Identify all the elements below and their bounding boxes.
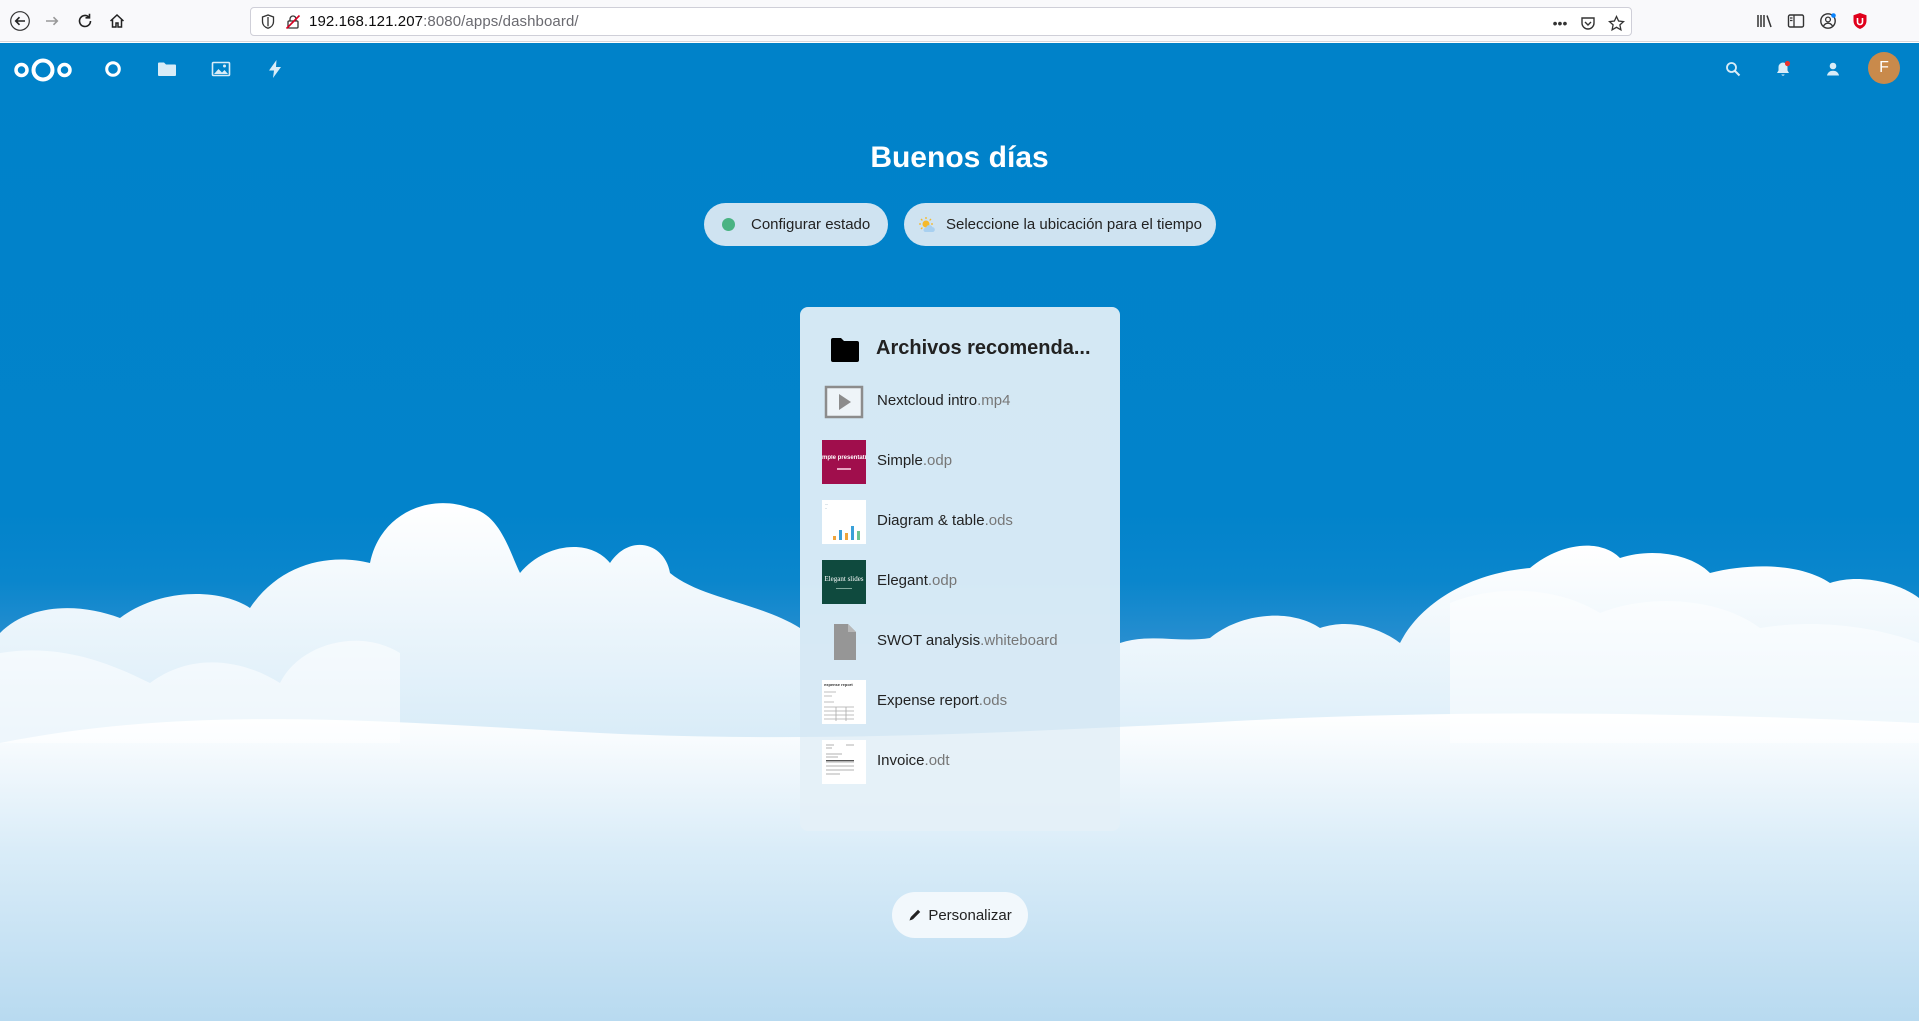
file-name: Invoice (877, 752, 925, 769)
set-status-label: Configurar estado (751, 216, 871, 233)
spreadsheet-chart-thumbnail (822, 500, 866, 544)
nextcloud-dashboard: F Buenos días Configurar estado Seleccio… (0, 43, 1919, 1021)
library-icon[interactable] (1753, 9, 1777, 33)
file-extension: .whiteboard (980, 632, 1058, 649)
shield-icon[interactable] (261, 14, 275, 29)
ublock-icon[interactable] (1848, 9, 1872, 33)
more-icon[interactable]: ••• (1551, 14, 1569, 32)
search-icon[interactable] (1722, 58, 1744, 80)
weather-location-button[interactable]: Seleccione la ubicación para el tiempo (904, 203, 1216, 246)
greeting-title: Buenos días (870, 141, 1049, 174)
sidebar-icon[interactable] (1784, 9, 1808, 33)
file-name: SWOT analysis (877, 632, 981, 649)
thumbnail-text: Elegant slides (824, 575, 864, 583)
top-header: F (0, 43, 1919, 93)
online-status-dot (722, 218, 735, 231)
file-item-elegant[interactable]: Elegant slides Elegant.odp (822, 558, 1112, 604)
nextcloud-logo-icon[interactable] (12, 55, 74, 85)
video-file-icon (822, 380, 866, 424)
pencil-icon (908, 908, 922, 922)
presentation-thumbnail: Elegant slides (822, 560, 866, 604)
file-extension: .odt (924, 752, 950, 769)
file-item-diagram-table[interactable]: Diagram & table.ods (822, 498, 1112, 544)
avatar[interactable]: F (1868, 52, 1900, 84)
file-extension: .odp (922, 452, 953, 469)
file-item-simple[interactable]: mple presentati Simple.odp (822, 438, 1112, 484)
set-status-button[interactable]: Configurar estado (704, 203, 888, 246)
file-extension: .ods (978, 692, 1008, 709)
file-name: Nextcloud intro (877, 392, 978, 409)
notifications-icon[interactable] (1772, 58, 1794, 80)
customize-label: Personalizar (928, 906, 1012, 924)
browser-toolbar: 192.168.121.207:8080/apps/dashboard/ ••• (0, 0, 1919, 42)
insecure-lock-icon[interactable] (285, 14, 301, 30)
file-name: Simple (877, 452, 923, 469)
document-thumbnail (822, 740, 866, 784)
back-icon[interactable] (8, 9, 32, 33)
dashboard-app-icon[interactable] (102, 58, 124, 80)
account-icon[interactable] (1816, 9, 1840, 33)
file-name: Diagram & table (877, 512, 985, 529)
bookmark-star-icon[interactable] (1607, 14, 1625, 32)
weather-icon (918, 216, 936, 234)
file-extension: .ods (984, 512, 1013, 529)
generic-file-icon (822, 620, 866, 664)
thumbnail-text: mple presentati (822, 455, 866, 461)
file-item-invoice[interactable]: Invoice.odt (822, 738, 1112, 784)
panel-title: Archivos recomenda... (876, 337, 1091, 359)
files-app-icon[interactable] (156, 58, 178, 80)
presentation-thumbnail: mple presentati (822, 440, 866, 484)
address-bar[interactable]: 192.168.121.207:8080/apps/dashboard/ ••• (250, 7, 1632, 36)
recommended-files-panel: Archivos recomenda... Nextcloud intro.mp… (800, 307, 1120, 831)
weather-location-label: Seleccione la ubicación para el tiempo (946, 216, 1202, 233)
avatar-letter: F (1879, 59, 1889, 76)
forward-icon[interactable] (40, 9, 64, 33)
file-name: Elegant (877, 572, 928, 589)
spreadsheet-thumbnail: expense report (822, 680, 866, 724)
pocket-icon[interactable] (1579, 14, 1597, 32)
contacts-icon[interactable] (1822, 58, 1844, 80)
activity-app-icon[interactable] (264, 58, 286, 80)
file-extension: .odp (927, 572, 958, 589)
photos-app-icon[interactable] (210, 58, 232, 80)
folder-icon (830, 337, 860, 363)
customize-button[interactable]: Personalizar (892, 892, 1028, 938)
file-extension: .mp4 (977, 392, 1011, 409)
file-item-swot-analysis[interactable]: SWOT analysis.whiteboard (822, 618, 1112, 664)
url-text: 192.168.121.207:8080/apps/dashboard/ (309, 13, 579, 30)
reload-icon[interactable] (73, 9, 97, 33)
home-icon[interactable] (105, 9, 129, 33)
file-item-expense-report[interactable]: expense report Expense report.ods (822, 678, 1112, 724)
file-name: Expense report (877, 692, 979, 709)
file-item-nextcloud-intro[interactable]: Nextcloud intro.mp4 (822, 378, 1112, 424)
